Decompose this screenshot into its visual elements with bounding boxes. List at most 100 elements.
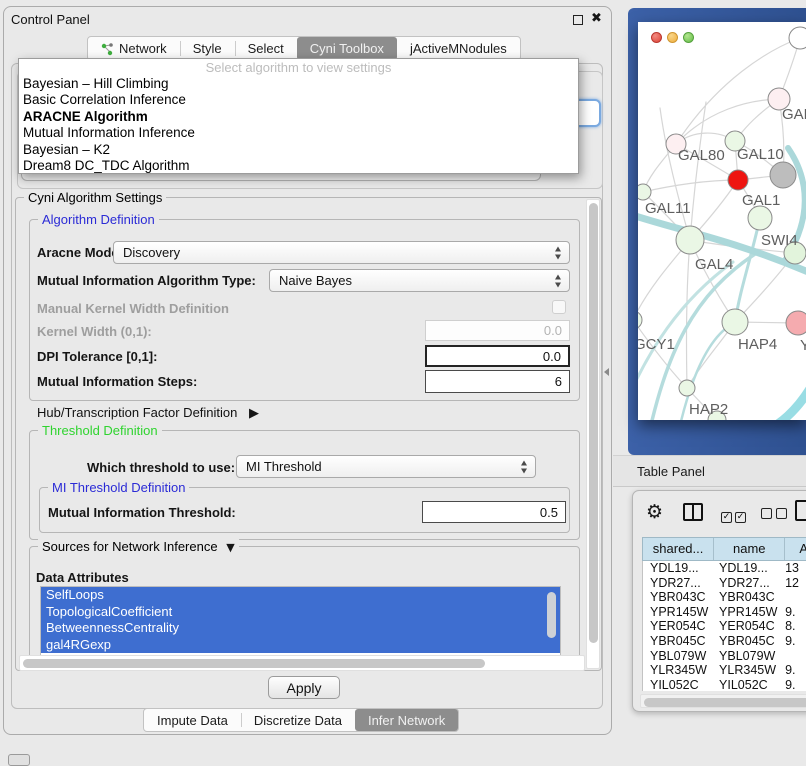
- table-row[interactable]: YDR27...YDR27...12: [643, 576, 806, 591]
- node-table-body: YDL19...YDL19...13YDR27...YDR27...12YBR0…: [642, 561, 806, 691]
- table-row[interactable]: YDL19...YDL19...13: [643, 561, 806, 576]
- network-canvas-svg[interactable]: GALGAL80GAL10GAL1GAL11SWI4GAL4GCY1HAP4YH…: [638, 22, 806, 420]
- network-node-label: SWI4: [761, 232, 798, 249]
- column-view-icon[interactable]: [683, 503, 703, 521]
- check-icon: ✓: [721, 512, 732, 523]
- maximize-window-icon[interactable]: [683, 32, 694, 43]
- data-attributes-list[interactable]: SelfLoopsTopologicalCoefficientBetweenne…: [40, 586, 561, 657]
- algorithm-option[interactable]: Dream8 DC_TDC Algorithm: [19, 158, 578, 174]
- algorithm-option[interactable]: Mutual Information Inference: [19, 125, 578, 141]
- check-icon: ✓: [735, 512, 746, 523]
- network-edge[interactable]: [756, 382, 806, 420]
- data-attribute-option[interactable]: gal4RGexp: [41, 637, 560, 654]
- which-threshold-select[interactable]: MI Threshold: [236, 455, 536, 478]
- data-attribute-option[interactable]: BetweennessCentrality: [41, 620, 560, 637]
- gear-icon[interactable]: ⚙: [646, 501, 663, 523]
- float-window-icon[interactable]: [573, 15, 583, 25]
- column-header-name[interactable]: name: [714, 538, 785, 560]
- tab-style[interactable]: Style: [180, 37, 235, 60]
- network-node-hap2[interactable]: [679, 380, 695, 396]
- tab-select[interactable]: Select: [235, 37, 297, 60]
- kernel-width-input[interactable]: 0.0: [425, 320, 570, 341]
- algorithm-popup-list: Bayesian – Hill ClimbingBasic Correlatio…: [19, 76, 578, 174]
- table-horizontal-scrollbar-thumb[interactable]: [644, 698, 806, 707]
- tab-impute-data[interactable]: Impute Data: [144, 709, 241, 731]
- panel-splitter-handle[interactable]: [604, 368, 609, 376]
- network-edge[interactable]: [690, 102, 706, 240]
- network-node-hap4[interactable]: [722, 309, 748, 335]
- which-threshold-label: Which threshold to use:: [87, 459, 235, 477]
- dpi-tolerance-input[interactable]: 0.0: [425, 345, 570, 367]
- table-row[interactable]: YPR145WYPR145W9.: [643, 605, 806, 620]
- network-window-frame: GALGAL80GAL10GAL1GAL11SWI4GAL4GCY1HAP4YH…: [628, 8, 806, 455]
- mi-threshold-input[interactable]: 0.5: [422, 501, 566, 523]
- network-node[interactable]: [789, 27, 806, 49]
- network-node-y[interactable]: [786, 311, 806, 335]
- settings-horizontal-scrollbar[interactable]: [19, 655, 585, 671]
- table-cell: YER054C: [643, 619, 712, 634]
- kernel-width-label: Kernel Width (0,1):: [37, 323, 152, 341]
- tab-cyni-toolbox[interactable]: Cyni Toolbox: [297, 37, 397, 60]
- table-cell: YIL052C: [712, 678, 781, 691]
- tab-network[interactable]: Network: [88, 37, 180, 60]
- network-node-gal11[interactable]: [638, 184, 651, 200]
- table-cell: 9.: [781, 634, 806, 649]
- tab-jactivemnodules[interactable]: jActiveMNodules: [397, 37, 520, 60]
- partial-corner-widget[interactable]: [8, 754, 30, 766]
- network-edge[interactable]: [660, 108, 690, 240]
- network-node[interactable]: [770, 162, 796, 188]
- hub-definition-disclosure[interactable]: Hub/Transcription Factor Definition ▶: [37, 405, 259, 421]
- column-header-shared-name[interactable]: shared...: [643, 538, 714, 560]
- table-row[interactable]: YER054CYER054C8.: [643, 619, 806, 634]
- network-node-label: HAP2: [689, 401, 728, 418]
- algorithm-option[interactable]: Bayesian – Hill Climbing: [19, 76, 578, 92]
- network-node-gal4[interactable]: [676, 226, 704, 254]
- apply-button[interactable]: Apply: [268, 676, 340, 699]
- settings-group-title: Cyni Algorithm Settings: [24, 190, 166, 205]
- column-header-partial[interactable]: A: [785, 538, 806, 560]
- table-row[interactable]: YLR345WYLR345W9.: [643, 663, 806, 678]
- network-node-label: GAL1: [742, 192, 780, 209]
- table-cell: YBL079W: [712, 649, 781, 664]
- table-cell: YBR045C: [643, 634, 712, 649]
- file-icon[interactable]: [795, 500, 806, 521]
- deselect-all-icon[interactable]: [761, 506, 787, 524]
- table-horizontal-scrollbar[interactable]: [640, 694, 806, 708]
- table-row[interactable]: YBL079WYBL079W: [643, 649, 806, 664]
- manual-kernel-width-checkbox[interactable]: [552, 300, 566, 314]
- settings-vertical-scrollbar[interactable]: [586, 199, 600, 669]
- network-edge[interactable]: [735, 218, 760, 322]
- network-edge[interactable]: [686, 240, 690, 388]
- table-row[interactable]: YBR043CYBR043C: [643, 590, 806, 605]
- hub-definition-label: Hub/Transcription Factor Definition: [37, 405, 237, 420]
- network-node[interactable]: [728, 170, 748, 190]
- network-node-gal1[interactable]: [748, 206, 772, 230]
- table-row[interactable]: YIL052CYIL052C9.: [643, 678, 806, 691]
- table-row[interactable]: YBR045CYBR045C9.: [643, 634, 806, 649]
- mi-steps-input[interactable]: 6: [425, 370, 570, 393]
- sources-group-title[interactable]: Sources for Network Inference ▼: [38, 539, 239, 554]
- settings-horizontal-scrollbar-thumb[interactable]: [23, 659, 485, 668]
- settings-vertical-scrollbar-thumb[interactable]: [589, 203, 598, 643]
- network-edge[interactable]: [643, 180, 738, 192]
- data-attribute-option[interactable]: SelfLoops: [41, 587, 560, 604]
- algorithm-option[interactable]: Basic Correlation Inference: [19, 92, 578, 108]
- table-cell: YPR145W: [643, 605, 712, 620]
- close-panel-icon[interactable]: ✖: [591, 11, 602, 26]
- network-edge[interactable]: [638, 320, 687, 388]
- data-attribute-option[interactable]: TopologicalCoefficient: [41, 604, 560, 621]
- algorithm-popup: Select algorithm to view settings Bayesi…: [18, 58, 579, 174]
- minimize-window-icon[interactable]: [667, 32, 678, 43]
- close-window-icon[interactable]: [651, 32, 662, 43]
- network-node-gcy1[interactable]: [638, 311, 642, 329]
- algorithm-option[interactable]: Bayesian – K2: [19, 142, 578, 158]
- network-canvas-window[interactable]: GALGAL80GAL10GAL1GAL11SWI4GAL4GCY1HAP4YH…: [638, 22, 806, 420]
- tab-infer-network[interactable]: Infer Network: [355, 709, 458, 731]
- mi-algorithm-type-select[interactable]: Naive Bayes: [269, 269, 570, 292]
- select-all-icon[interactable]: ✓✓: [721, 506, 746, 524]
- tab-discretize-data[interactable]: Discretize Data: [241, 709, 355, 731]
- mi-algorithm-type-label: Mutual Information Algorithm Type:: [37, 272, 256, 290]
- algorithm-option[interactable]: ARACNE Algorithm: [19, 109, 578, 125]
- attributes-vertical-scrollbar[interactable]: [547, 592, 556, 638]
- aracne-mode-select[interactable]: Discovery: [113, 241, 570, 264]
